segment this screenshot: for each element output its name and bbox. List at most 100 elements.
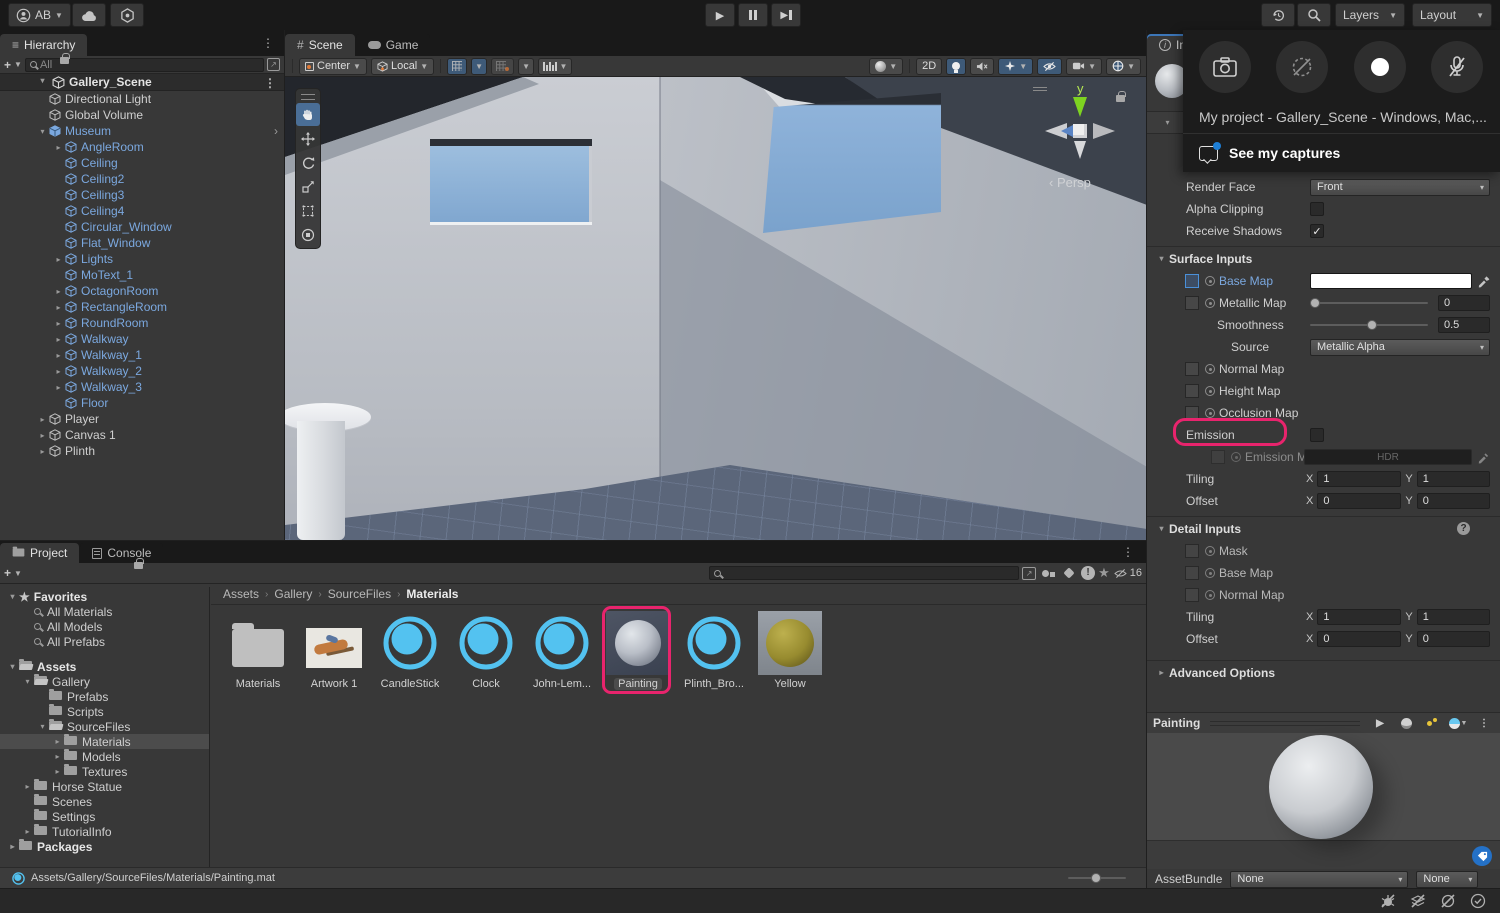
foldout-down-icon[interactable]: ▾ bbox=[21, 677, 34, 686]
metallic-map-texture-slot[interactable] bbox=[1185, 296, 1199, 310]
offset-x-field[interactable]: 0 bbox=[1317, 493, 1401, 509]
project-tree-item[interactable]: ▸Materials bbox=[0, 734, 209, 749]
project-tree-item[interactable]: ▸Packages bbox=[0, 839, 209, 854]
play-button[interactable]: ▶ bbox=[705, 3, 735, 27]
object-picker-icon[interactable] bbox=[1205, 590, 1215, 600]
hierarchy-item[interactable]: ▾ Museum› bbox=[0, 123, 284, 139]
search-by-label-icon[interactable] bbox=[1060, 566, 1078, 580]
lock-icon[interactable] bbox=[60, 57, 69, 64]
hierarchy-item[interactable]: ▸ Player bbox=[0, 411, 284, 427]
asset-item[interactable]: Plinth_Bro... bbox=[676, 611, 752, 695]
hierarchy-item[interactable]: MoText_1 bbox=[0, 267, 284, 283]
hierarchy-item[interactable]: ▸ Lights bbox=[0, 251, 284, 267]
preview-body[interactable] bbox=[1147, 733, 1500, 840]
grid-snap-dropdown[interactable]: ▼ bbox=[471, 58, 487, 75]
object-picker-icon[interactable] bbox=[1205, 298, 1215, 308]
project-tree-item[interactable]: All Models bbox=[0, 619, 209, 634]
scene-header-row[interactable]: ▾ Gallery_Scene ⋮ bbox=[0, 74, 284, 91]
projection-label[interactable]: ‹ Persp bbox=[1049, 175, 1091, 190]
hierarchy-item[interactable]: ▸ RoundRoom bbox=[0, 315, 284, 331]
snap-increment-button[interactable] bbox=[491, 58, 514, 75]
gizmo-y-cone[interactable] bbox=[1073, 97, 1087, 117]
receive-shadows-checkbox[interactable]: ✓ bbox=[1310, 224, 1324, 238]
see-my-captures-button[interactable]: See my captures bbox=[1183, 133, 1500, 172]
gizmo-down-cone[interactable] bbox=[1074, 141, 1086, 159]
foldout-right-icon[interactable]: ▸ bbox=[52, 319, 65, 328]
advanced-options-header[interactable]: ▸ Advanced Options bbox=[1147, 660, 1500, 684]
add-dropdown-icon[interactable]: ▼ bbox=[14, 60, 22, 69]
project-tree-item[interactable]: ▾Gallery bbox=[0, 674, 209, 689]
assetbundle-dropdown[interactable]: None bbox=[1230, 871, 1408, 888]
project-search-input[interactable] bbox=[709, 566, 1019, 580]
unlocked-icon[interactable] bbox=[1116, 95, 1125, 102]
project-tree-item[interactable]: ▾Assets bbox=[0, 659, 209, 674]
preview-skybox-dropdown[interactable]: ▼ bbox=[1448, 715, 1468, 732]
move-tool-button[interactable] bbox=[296, 127, 320, 150]
object-picker-icon[interactable] bbox=[1205, 408, 1215, 418]
project-tree-item[interactable]: Scripts bbox=[0, 704, 209, 719]
add-button[interactable]: + bbox=[4, 58, 11, 72]
surface-inputs-header[interactable]: ▾ Surface Inputs bbox=[1147, 246, 1500, 270]
hierarchy-item[interactable]: Circular_Window bbox=[0, 219, 284, 235]
prefab-chevron-icon[interactable]: › bbox=[274, 124, 278, 138]
foldout-right-icon[interactable]: ▸ bbox=[21, 782, 34, 791]
object-picker-icon[interactable] bbox=[1205, 276, 1215, 286]
asset-item[interactable]: Painting bbox=[600, 611, 676, 695]
record-button[interactable] bbox=[1354, 41, 1406, 93]
account-button[interactable]: AB ▼ bbox=[8, 3, 71, 27]
foldout-right-icon[interactable]: ▸ bbox=[52, 335, 65, 344]
cloud-disabled-icon[interactable] bbox=[1440, 894, 1456, 908]
hierarchy-item[interactable]: Ceiling2 bbox=[0, 171, 284, 187]
breadcrumb-sourcefiles[interactable]: SourceFiles bbox=[328, 587, 391, 601]
hierarchy-item[interactable]: Directional Light bbox=[0, 91, 284, 107]
record-last-disabled-button[interactable] bbox=[1276, 41, 1328, 93]
kebab-menu-icon[interactable]: ⋮ bbox=[1122, 545, 1134, 559]
thumbnail-zoom-slider[interactable] bbox=[1068, 877, 1126, 879]
debugger-disabled-icon[interactable] bbox=[1380, 894, 1396, 908]
collab-disabled-icon[interactable] bbox=[1410, 894, 1426, 908]
preview-drag-handle[interactable] bbox=[1210, 721, 1360, 726]
normal-map-texture-slot[interactable] bbox=[1185, 362, 1199, 376]
hierarchy-item[interactable]: ▸ RectangleRoom bbox=[0, 299, 284, 315]
tiling-y-field[interactable]: 1 bbox=[1417, 471, 1490, 487]
search-importance-icon[interactable]: ! bbox=[1081, 566, 1095, 580]
tab-project[interactable]: Project bbox=[0, 543, 79, 563]
orientation-dropdown[interactable]: Local ▼ bbox=[371, 58, 434, 75]
orientation-gizmo[interactable]: y ‹ Persp bbox=[1033, 83, 1129, 201]
hierarchy-item[interactable]: ▸ Canvas 1 bbox=[0, 427, 284, 443]
snap-increment-dropdown[interactable]: ▼ bbox=[518, 58, 534, 75]
tab-scene[interactable]: # Scene bbox=[285, 34, 355, 56]
preview-play-button[interactable]: ▶ bbox=[1370, 715, 1390, 732]
object-picker-icon[interactable] bbox=[1205, 546, 1215, 556]
project-tree-item[interactable]: Settings bbox=[0, 809, 209, 824]
detail-tiling-y-field[interactable]: 1 bbox=[1417, 609, 1490, 625]
tab-game[interactable]: Game bbox=[356, 34, 431, 56]
detail-offset-y-field[interactable]: 0 bbox=[1417, 631, 1490, 647]
scene-visibility-button[interactable] bbox=[1037, 58, 1062, 75]
open-search-window-icon[interactable]: ↗ bbox=[1022, 567, 1036, 580]
2d-toggle-button[interactable]: 2D bbox=[916, 58, 942, 75]
foldout-right-icon[interactable]: ▸ bbox=[51, 737, 64, 746]
foldout-right-icon[interactable]: ▸ bbox=[51, 767, 64, 776]
base-map-color-swatch[interactable] bbox=[1310, 273, 1472, 289]
project-tree-item[interactable]: ▸Models bbox=[0, 749, 209, 764]
kebab-menu-icon[interactable]: ⋮ bbox=[264, 76, 276, 90]
smoothness-value-field[interactable]: 0.5 bbox=[1438, 317, 1490, 333]
tiling-x-field[interactable]: 1 bbox=[1317, 471, 1401, 487]
grid-snap-button[interactable] bbox=[447, 58, 467, 75]
foldout-right-icon[interactable]: ▸ bbox=[52, 255, 65, 264]
object-picker-icon[interactable] bbox=[1205, 568, 1215, 578]
foldout-right-icon[interactable]: ▸ bbox=[52, 383, 65, 392]
foldout-right-icon[interactable]: ▸ bbox=[51, 752, 64, 761]
hierarchy-item[interactable]: Ceiling3 bbox=[0, 187, 284, 203]
project-tree-item[interactable]: ▸Textures bbox=[0, 764, 209, 779]
cloud-button[interactable] bbox=[72, 3, 106, 27]
shading-mode-dropdown[interactable]: ▼ bbox=[869, 58, 903, 75]
hierarchy-item[interactable]: Ceiling4 bbox=[0, 203, 284, 219]
breadcrumb-materials[interactable]: Materials bbox=[406, 587, 458, 601]
foldout-down-icon[interactable]: ▾ bbox=[1161, 118, 1174, 127]
foldout-down-icon[interactable]: ▾ bbox=[6, 662, 19, 671]
gizmo-center-cube[interactable] bbox=[1073, 124, 1087, 138]
assetbundle-variant-dropdown[interactable]: None bbox=[1416, 871, 1478, 888]
foldout-right-icon[interactable]: ▸ bbox=[36, 447, 49, 456]
